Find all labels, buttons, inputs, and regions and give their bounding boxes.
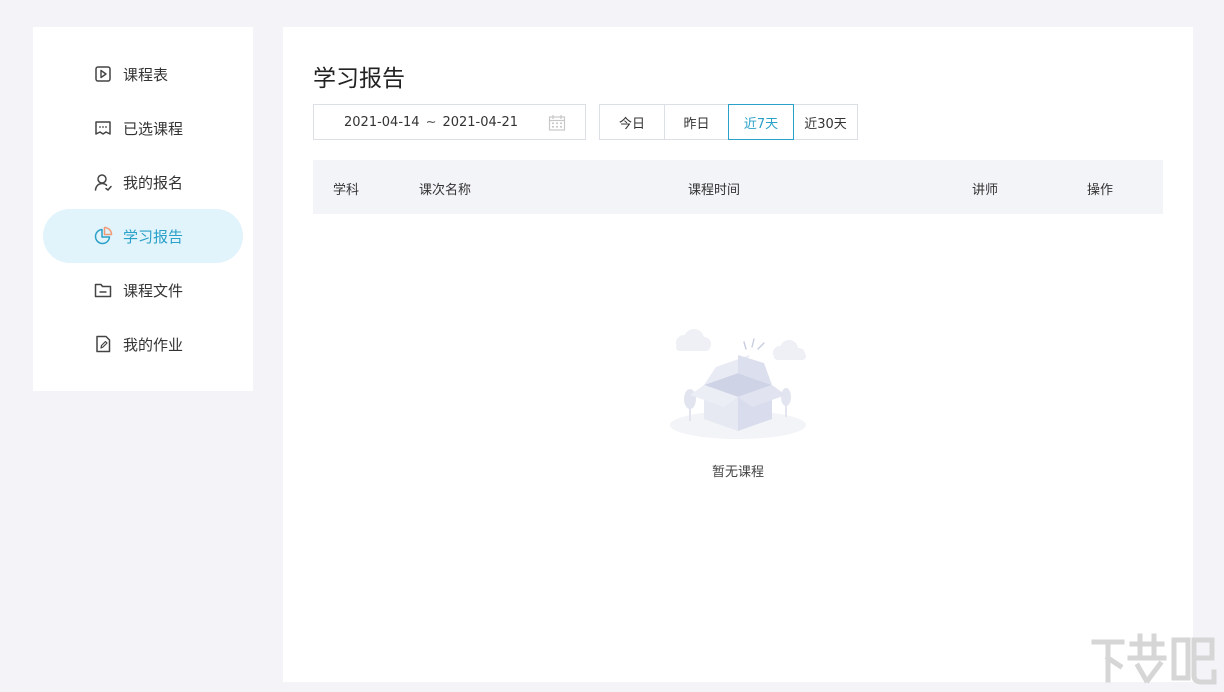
main-panel: 学习报告 2021-04-14 ~ 2021-04-21 今日 昨日 近7天 近…: [283, 27, 1193, 682]
sidebar-item-study-report[interactable]: 学习报告: [43, 209, 243, 263]
empty-state-text: 暂无课程: [711, 465, 764, 480]
date-range-picker[interactable]: 2021-04-14 ~ 2021-04-21: [313, 104, 586, 140]
pie-chart-icon: [94, 226, 113, 245]
play-square-icon: [95, 66, 111, 82]
column-teacher: 讲师: [972, 183, 999, 198]
date-separator: ~: [425, 114, 437, 130]
column-lesson-name: 课次名称: [419, 183, 472, 198]
calendar-icon[interactable]: [547, 113, 567, 133]
table-header: 学科 课次名称 课程时间 讲师 操作: [313, 160, 1163, 214]
sidebar-item-label: 学习报告: [123, 227, 184, 246]
sidebar-item-selected-courses[interactable]: 已选课程: [43, 101, 243, 155]
quick-range-group: 今日 昨日 近7天 近30天: [599, 104, 858, 140]
empty-box-illustration: [670, 329, 806, 439]
sidebar-item-schedule[interactable]: 课程表: [43, 47, 243, 101]
sidebar-item-course-files[interactable]: 课程文件: [43, 263, 243, 317]
sidebar-item-registration[interactable]: 我的报名: [43, 155, 243, 209]
column-subject: 学科: [333, 183, 360, 198]
column-course-time: 课程时间: [688, 183, 741, 198]
page-title: 学习报告: [313, 66, 405, 92]
user-icon: [94, 174, 112, 191]
sidebar-item-label: 课程表: [123, 65, 169, 84]
range-30days-button[interactable]: 近30天: [793, 104, 858, 140]
sidebar: 课程表 已选课程 我的报名 学习报告 课程文件 我的作业: [33, 27, 253, 391]
date-end: 2021-04-21: [442, 114, 519, 130]
sidebar-item-label: 我的作业: [123, 335, 184, 354]
sidebar-item-label: 我的报名: [123, 173, 184, 192]
range-7days-button[interactable]: 近7天: [728, 104, 794, 140]
watermark-logo: [1091, 633, 1217, 685]
chat-box-icon: [95, 121, 111, 135]
sidebar-item-homework[interactable]: 我的作业: [43, 317, 243, 371]
folder-icon: [94, 283, 112, 298]
column-actions: 操作: [1087, 183, 1114, 198]
range-yesterday-button[interactable]: 昨日: [664, 104, 729, 140]
range-today-button[interactable]: 今日: [599, 104, 665, 140]
sidebar-item-label: 已选课程: [123, 119, 184, 138]
edit-document-icon: [96, 335, 111, 353]
date-start: 2021-04-14: [344, 114, 420, 130]
sidebar-item-label: 课程文件: [123, 281, 184, 300]
